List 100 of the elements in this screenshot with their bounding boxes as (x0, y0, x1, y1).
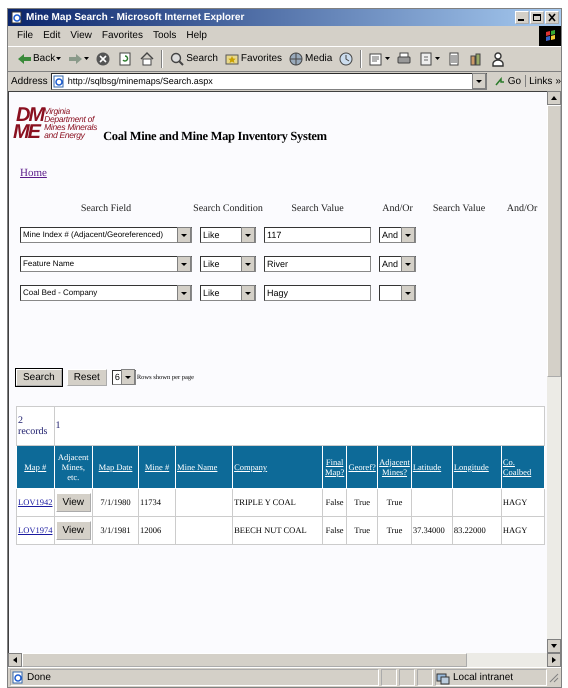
go-button[interactable]: Go (490, 75, 526, 88)
address-label: Address (11, 76, 48, 87)
scroll-down-icon[interactable] (547, 639, 561, 654)
network-icon (436, 670, 450, 685)
column-label: And/Or (382, 202, 413, 214)
caret-icon[interactable] (241, 256, 255, 272)
windows-logo-icon (539, 26, 561, 46)
column-label: Search Value (432, 202, 486, 214)
caret-icon[interactable] (241, 284, 255, 301)
caret-icon[interactable] (177, 256, 191, 272)
record-count: 2 records (16, 406, 54, 446)
view-button[interactable]: View (56, 492, 91, 512)
sort-link[interactable]: Mine Name (177, 462, 218, 472)
favorites-button[interactable]: Favorites (222, 50, 284, 68)
zone-text: Local intranet (453, 672, 514, 684)
scroll-right-icon[interactable] (547, 653, 561, 668)
search-value-field[interactable]: Hagy (264, 284, 371, 301)
caret-icon[interactable] (401, 256, 415, 272)
table-cell: False (322, 488, 347, 516)
sort-link[interactable]: Company (234, 462, 268, 472)
and-or-dropdown[interactable]: And (379, 226, 416, 243)
column-label: Search Field (80, 202, 132, 214)
rows-per-page-dropdown[interactable]: 6 (112, 370, 136, 385)
search-value-field[interactable]: 117 (264, 226, 371, 243)
sort-link[interactable]: Longitude (454, 462, 489, 472)
caret-icon (84, 56, 90, 61)
caret-icon[interactable] (177, 284, 191, 301)
column-label: Search Condition (193, 202, 263, 214)
person-icon (490, 50, 506, 67)
table-cell: True (346, 488, 378, 516)
table-cell: True (378, 488, 412, 516)
home-link[interactable]: Home (20, 166, 47, 179)
close-icon (547, 12, 557, 22)
sort-link[interactable]: Map Date (98, 462, 132, 472)
table-cell: TRIPLE Y COAL (232, 488, 323, 516)
search-button[interactable]: Search (167, 50, 220, 68)
search-field-dropdown[interactable]: Mine Index # (Adjacent/Georeferenced) (20, 226, 192, 243)
close-button[interactable] (545, 10, 559, 24)
caret-icon[interactable] (401, 284, 415, 301)
search-button[interactable]: Search (16, 368, 62, 386)
and-or-dropdown[interactable] (379, 284, 416, 301)
window-title: Mine Map Search - Microsoft Internet Explorer (26, 12, 246, 23)
current-page: 1 (56, 420, 60, 432)
column-label: And/Or (506, 202, 538, 214)
table-cell: 7/1/1980 (92, 488, 139, 516)
reset-button[interactable]: Reset (66, 368, 107, 386)
minimize-button[interactable] (515, 10, 529, 24)
more-links-button[interactable]: » (555, 76, 561, 87)
sort-link[interactable]: Map # (24, 462, 46, 472)
maximize-icon (532, 12, 542, 22)
table-cell: 11734 (138, 488, 176, 516)
table-cell: True (378, 516, 412, 544)
caret-icon (56, 56, 62, 61)
links-button[interactable]: Links (529, 76, 552, 87)
minimize-icon (518, 19, 524, 22)
department-name: Virginia Department of Mines Minerals and Energy (44, 106, 98, 139)
resize-grip-icon (549, 672, 559, 683)
scrollbar-thumb[interactable] (22, 653, 467, 668)
globe-icon (288, 50, 304, 67)
table-cell: 12006 (138, 516, 176, 544)
table-cell: True (346, 516, 378, 544)
view-button[interactable]: View (56, 520, 91, 540)
search-field-dropdown[interactable]: Coal Bed - Company (20, 284, 192, 301)
menu-item[interactable]: View (65, 30, 97, 42)
caret-icon (385, 56, 390, 61)
menu-item[interactable]: File (12, 30, 38, 42)
page-icon (10, 10, 23, 24)
maximize-button[interactable] (530, 10, 544, 24)
scroll-up-icon[interactable] (547, 90, 561, 105)
caret-icon[interactable] (241, 226, 255, 243)
table-cell: HAGY (501, 488, 544, 516)
search-field-dropdown[interactable]: Feature Name (20, 256, 192, 272)
scroll-left-icon[interactable] (8, 653, 22, 668)
caret-icon[interactable] (120, 369, 135, 386)
search-icon (169, 50, 186, 67)
menu-item[interactable]: Favorites (96, 30, 148, 42)
column-label: Search Value (291, 202, 344, 214)
sort-link[interactable]: Mine # (144, 462, 170, 472)
address-field[interactable]: http://sqlbsg/minemaps/Search.aspx (50, 72, 487, 90)
search-value-field[interactable]: River (264, 256, 371, 272)
and-or-dropdown[interactable]: And (379, 256, 416, 272)
sort-link[interactable]: Latitude (412, 462, 442, 472)
table-cell: BEECH NUT COAL (232, 516, 323, 544)
condition-dropdown[interactable]: Like (200, 226, 256, 243)
scrollbar-thumb[interactable] (547, 104, 561, 377)
table-cell: 83.22000 (452, 516, 502, 544)
back-button[interactable]: Back (14, 50, 64, 68)
menu-item[interactable]: Help (181, 30, 212, 42)
condition-dropdown[interactable]: Like (200, 256, 256, 272)
menu-item[interactable]: Tools (148, 30, 182, 42)
logo-letters: ME (13, 124, 40, 141)
page-icon (52, 74, 65, 88)
caret-icon[interactable] (401, 226, 415, 243)
menu-item[interactable]: Edit (38, 30, 66, 42)
media-button[interactable]: Media (286, 50, 334, 68)
caret-icon[interactable] (177, 226, 191, 243)
condition-dropdown[interactable]: Like (200, 284, 256, 301)
page-title: Coal Mine and Mine Map Inventory System (103, 128, 327, 144)
logo-letters: DM (16, 106, 44, 124)
column-header: Adjacent Mines, etc. (56, 452, 90, 482)
